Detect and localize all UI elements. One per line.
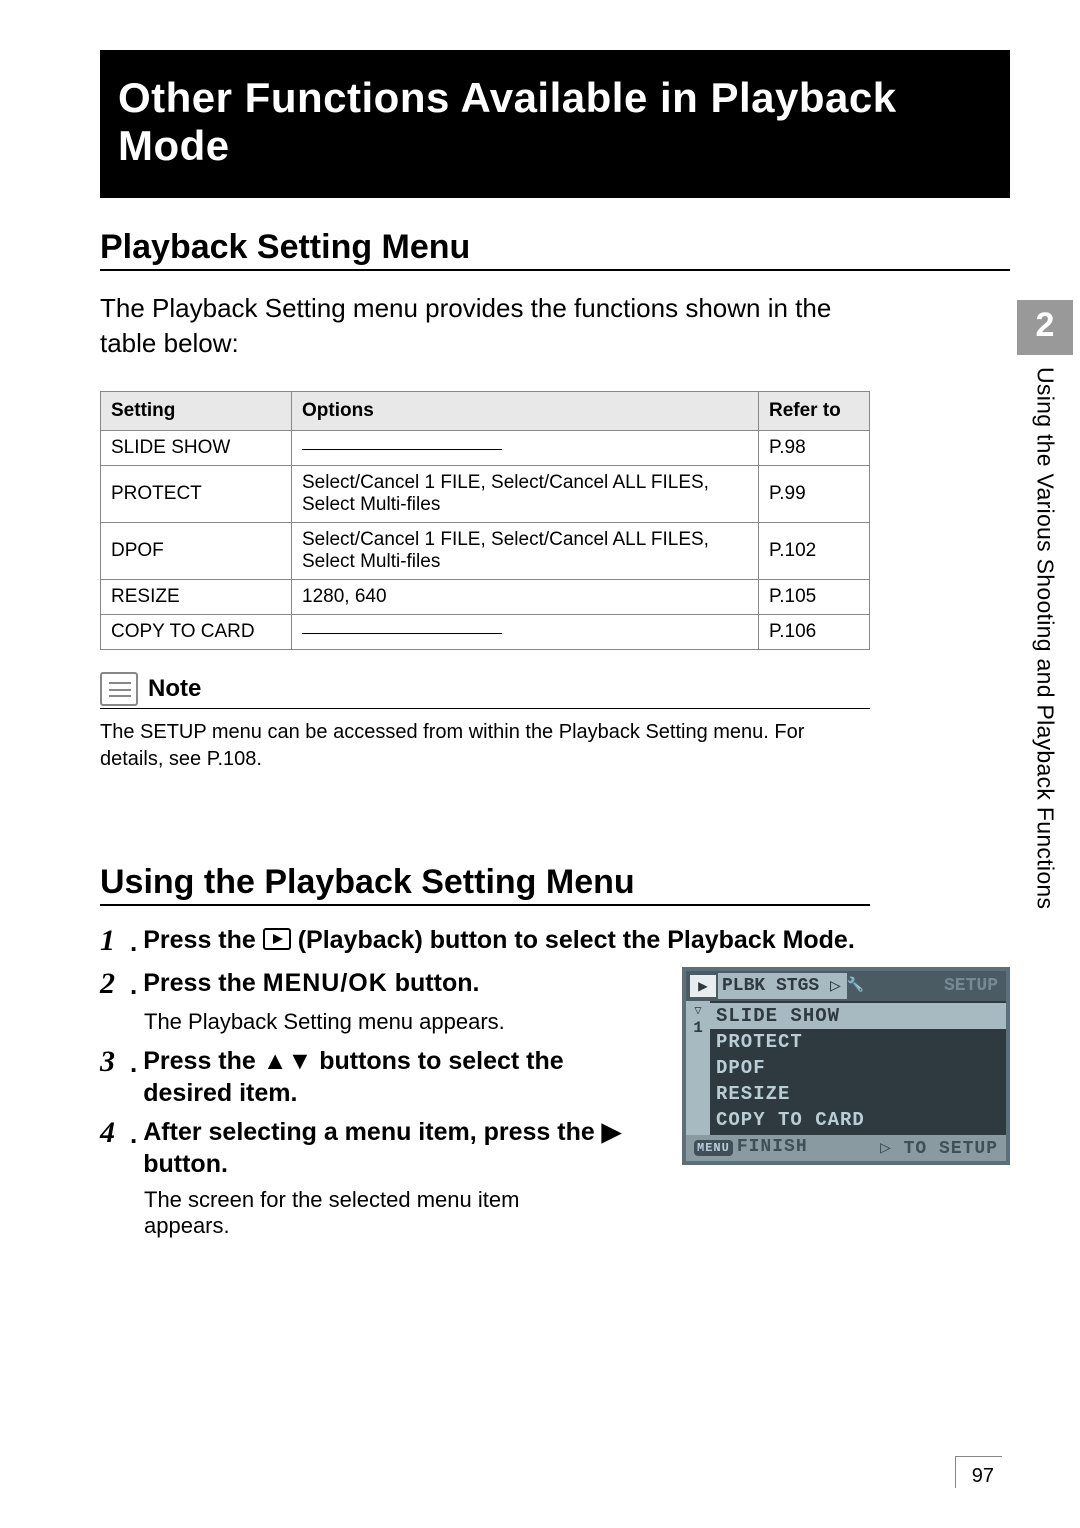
menu-item-protect: PROTECT (716, 1029, 1006, 1055)
menu-items-list: SLIDE SHOW PROTECT DPOF RESIZE COPY TO C… (710, 1001, 1006, 1135)
step-2-sub: The Playback Setting menu appears. (144, 1009, 604, 1035)
cell-options-blank (292, 431, 759, 466)
section-heading-playback-setting-menu: Playback Setting Menu (100, 228, 1010, 271)
table-row: SLIDE SHOW P.98 (101, 431, 870, 466)
note-text: The SETUP menu can be accessed from with… (100, 719, 870, 773)
menu-item-resize: RESIZE (716, 1081, 1006, 1107)
table-row: DPOF Select/Cancel 1 FILE, Select/Cancel… (101, 523, 870, 580)
step-4-sub: The screen for the selected menu item ap… (144, 1187, 604, 1239)
step-number: 4 (100, 1116, 130, 1150)
cell-options: 1280, 640 (292, 580, 759, 615)
menu-item-slide-show: SLIDE SHOW (710, 1003, 1006, 1029)
table-row: RESIZE 1280, 640 P.105 (101, 580, 870, 615)
page-title-banner: Other Functions Available in Playback Mo… (100, 50, 1010, 198)
up-down-arrow-icon: ▲▼ (263, 1047, 313, 1075)
note-block: Note The SETUP menu can be accessed from… (100, 672, 1010, 773)
intro-paragraph: The Playback Setting menu provides the f… (100, 291, 860, 361)
screen-footer-to-setup: ▷ TO SETUP (880, 1137, 998, 1159)
chapter-label: Using the Various Shooting and Playback … (1032, 367, 1059, 909)
cell-setting: SLIDE SHOW (101, 431, 292, 466)
cell-options: Select/Cancel 1 FILE, Select/Cancel ALL … (292, 466, 759, 523)
step-text-fragment: button. (388, 969, 480, 997)
th-refer: Refer to (759, 392, 870, 431)
right-arrow-icon: ▶ (602, 1118, 621, 1146)
th-options: Options (292, 392, 759, 431)
note-icon (100, 672, 138, 706)
step-text-fragment: (Playback) button to select the Playback… (298, 926, 855, 954)
note-label: Note (148, 675, 201, 703)
step-2-text: Press the MENU/OK button. (143, 967, 479, 1000)
step-text-fragment: Press the (143, 969, 263, 997)
step-text-fragment: button. (143, 1150, 228, 1178)
cell-options-blank (292, 615, 759, 650)
step-dot: . (130, 924, 137, 960)
table-row: COPY TO CARD P.106 (101, 615, 870, 650)
table-row: PROTECT Select/Cancel 1 FILE, Select/Can… (101, 466, 870, 523)
chapter-side-tab: 2 Using the Various Shooting and Playbac… (1010, 300, 1080, 909)
menu-ok-label: MENU/OK (263, 969, 388, 997)
cell-setting: PROTECT (101, 466, 292, 523)
menu-item-copy-to-card: COPY TO CARD (716, 1107, 1006, 1133)
cell-refer: P.105 (759, 580, 870, 615)
step-text-fragment: Press the (143, 926, 263, 954)
tab-plbk-stgs: PLBK STGS ▷ (718, 973, 847, 999)
menu-item-dpof: DPOF (716, 1055, 1006, 1081)
step-3-text: Press the ▲▼ buttons to select the desir… (143, 1045, 640, 1110)
tab-setup: SETUP (944, 976, 998, 996)
cell-setting: DPOF (101, 523, 292, 580)
step-number: 2 (100, 967, 130, 1001)
chapter-number: 2 (1017, 300, 1073, 355)
setup-wrench-icon: 🔧 (847, 977, 864, 994)
page-number: 97 (955, 1456, 1002, 1488)
cell-setting: RESIZE (101, 580, 292, 615)
step-dot: . (130, 1116, 137, 1152)
step-dot: . (130, 1045, 137, 1081)
menu-page-indicator: ▽ 1 (686, 1001, 710, 1135)
cell-refer: P.106 (759, 615, 870, 650)
settings-table: Setting Options Refer to SLIDE SHOW P.98… (100, 391, 870, 650)
th-setting: Setting (101, 392, 292, 431)
cell-options: Select/Cancel 1 FILE, Select/Cancel ALL … (292, 523, 759, 580)
step-4-text: After selecting a menu item, press the ▶… (143, 1116, 640, 1181)
cell-setting: COPY TO CARD (101, 615, 292, 650)
step-dot: . (130, 967, 137, 1003)
screen-footer-finish: MENUFINISH (694, 1137, 808, 1159)
cell-refer: P.102 (759, 523, 870, 580)
playback-mode-indicator-icon: ▶ (690, 975, 716, 997)
step-text-fragment: Press the (143, 1047, 263, 1075)
playback-icon (263, 928, 291, 950)
step-number: 1 (100, 924, 130, 958)
step-number: 3 (100, 1045, 130, 1079)
camera-menu-screenshot: ▶ PLBK STGS ▷ 🔧 SETUP ▽ 1 SLIDE SHOW PRO… (682, 967, 1010, 1165)
step-text-fragment: After selecting a menu item, press the (143, 1118, 601, 1146)
cell-refer: P.98 (759, 431, 870, 466)
cell-refer: P.99 (759, 466, 870, 523)
step-1-text: Press the (Playback) button to select th… (143, 924, 855, 957)
section-heading-using-playback-menu: Using the Playback Setting Menu (100, 863, 870, 906)
